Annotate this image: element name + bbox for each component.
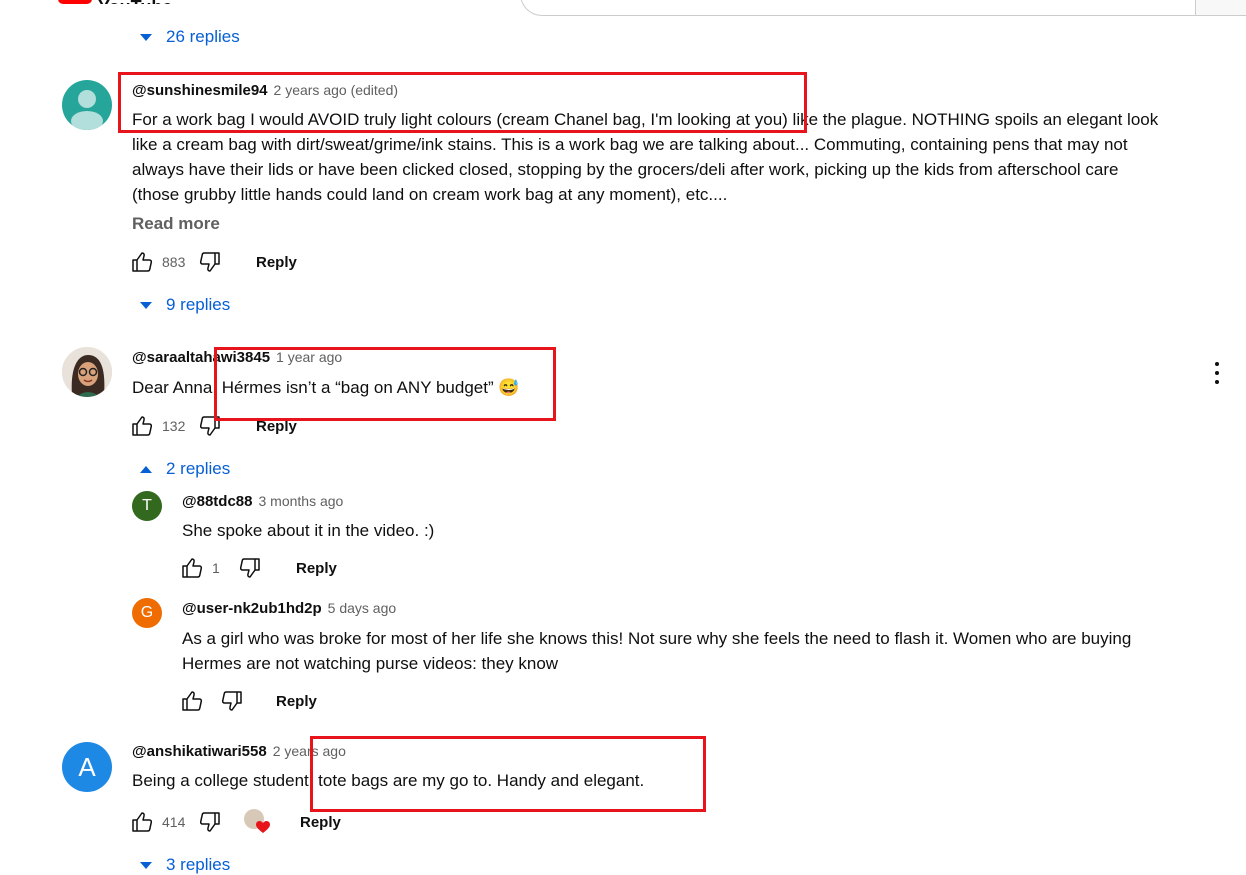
reply-timestamp[interactable]: 5 days ago: [328, 600, 397, 616]
avatar[interactable]: [62, 80, 112, 130]
reply-author[interactable]: @user-nk2ub1hd2p: [182, 600, 322, 617]
heart-icon: [256, 821, 270, 833]
search-box[interactable]: [520, 0, 1201, 16]
highlight-box: [214, 347, 556, 421]
replies-toggle-2[interactable]: 2 replies: [140, 459, 230, 479]
reply-author[interactable]: @88tdc88: [182, 493, 253, 510]
dot: [1215, 362, 1219, 366]
like-icon[interactable]: [130, 810, 154, 834]
comment-author[interactable]: @anshikatiwari558: [132, 743, 267, 760]
avatar[interactable]: T: [132, 491, 162, 521]
like-icon[interactable]: [180, 556, 204, 580]
reply-button[interactable]: Reply: [256, 254, 297, 271]
read-more-link[interactable]: Read more: [132, 214, 220, 234]
creator-heart-badge: [244, 809, 270, 835]
like-count: 883: [162, 254, 186, 270]
like-count: 414: [162, 814, 186, 830]
highlight-box: [118, 72, 807, 133]
replies-toggle-3[interactable]: 3 replies: [140, 855, 230, 875]
dot: [1215, 380, 1219, 384]
reply-button[interactable]: Reply: [276, 693, 317, 710]
chevron-down-icon: [140, 861, 152, 869]
youtube-logo[interactable]: YouTube: [58, 0, 172, 4]
replies-toggle-26[interactable]: 26 replies: [140, 27, 240, 47]
more-actions-button[interactable]: [1208, 362, 1226, 384]
highlight-box: [310, 736, 706, 812]
dislike-icon[interactable]: [238, 556, 262, 580]
like-icon[interactable]: [130, 250, 154, 274]
like-count: 132: [162, 418, 186, 434]
avatar[interactable]: G: [132, 598, 162, 628]
cartoon-avatar-icon: [62, 347, 112, 397]
chevron-down-icon: [140, 33, 152, 41]
reply-text: She spoke about it in the video. :): [182, 521, 435, 540]
like-icon[interactable]: [130, 414, 154, 438]
dislike-icon[interactable]: [198, 810, 222, 834]
reply-timestamp[interactable]: 3 months ago: [259, 493, 344, 509]
reply-text: As a girl who was broke for most of her …: [182, 629, 1132, 673]
reply-button[interactable]: Reply: [296, 560, 337, 577]
chevron-up-icon: [140, 465, 152, 473]
dot: [1215, 371, 1219, 375]
avatar[interactable]: A: [62, 742, 112, 792]
user-silhouette-icon: [71, 90, 103, 130]
avatar[interactable]: [62, 347, 112, 397]
like-count: 1: [212, 560, 220, 576]
youtube-logo-text: YouTube: [98, 0, 172, 4]
search-button[interactable]: [1195, 0, 1246, 16]
chevron-down-icon: [140, 301, 152, 309]
dislike-icon[interactable]: [220, 689, 244, 713]
like-icon[interactable]: [180, 689, 204, 713]
dislike-icon[interactable]: [198, 250, 222, 274]
replies-toggle-9[interactable]: 9 replies: [140, 295, 230, 315]
reply-button[interactable]: Reply: [300, 814, 341, 831]
youtube-logo-icon: [58, 0, 92, 4]
